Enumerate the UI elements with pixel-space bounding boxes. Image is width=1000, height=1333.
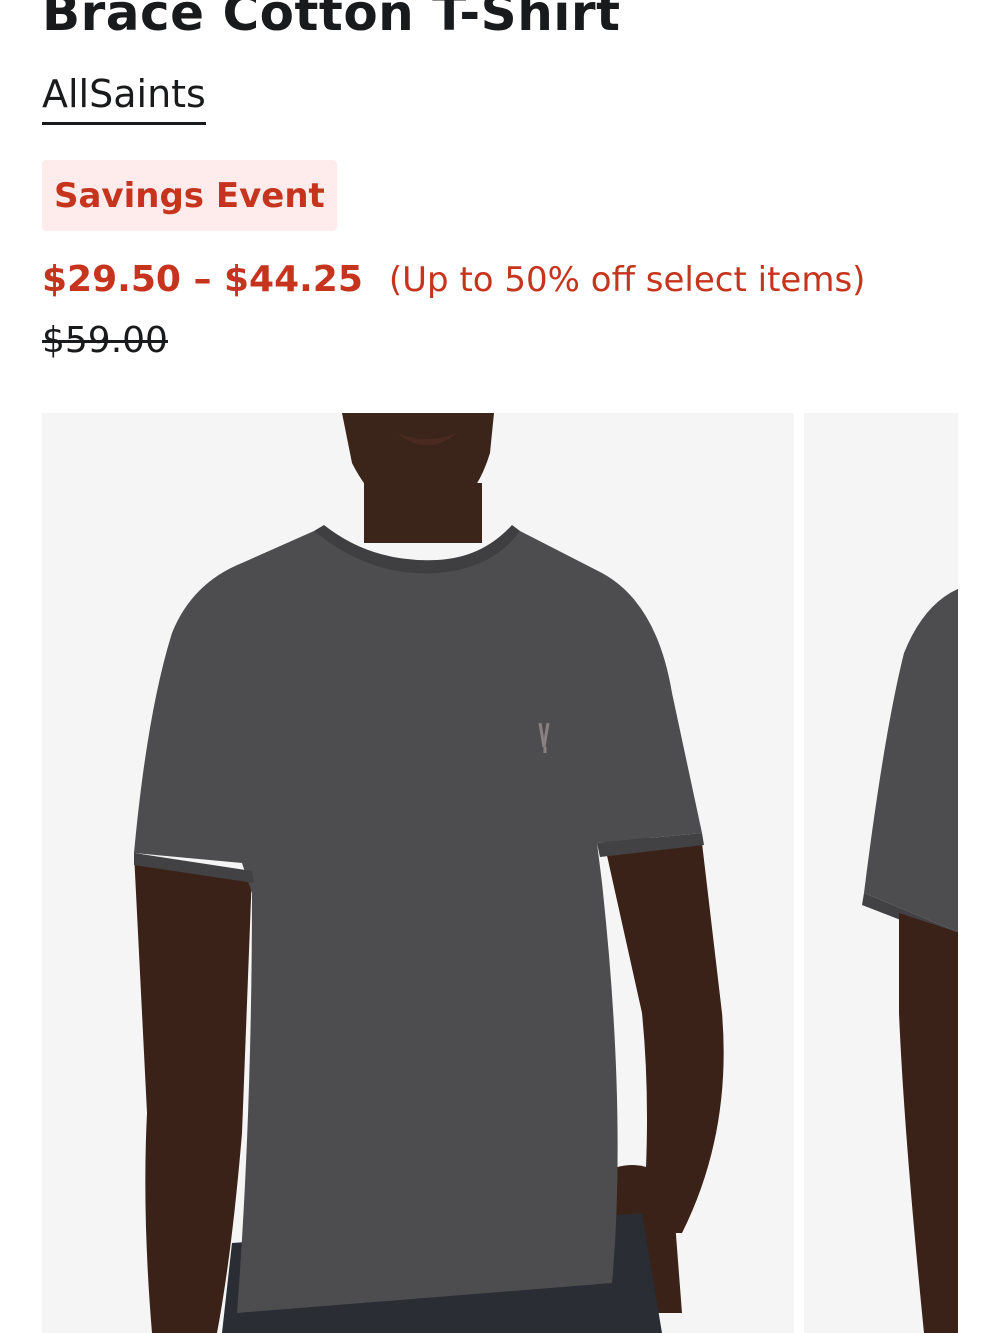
sale-price-range: $29.50 – $44.25 xyxy=(42,259,363,300)
savings-event-label: Savings Event xyxy=(54,175,325,216)
product-image-carousel[interactable] xyxy=(42,413,958,1333)
product-page: Brace Cotton T-Shirt AllSaints Savings E… xyxy=(0,0,1000,1333)
brand-link[interactable]: AllSaints xyxy=(42,72,206,125)
savings-event-badge: Savings Event xyxy=(42,160,337,231)
discount-note: (Up to 50% off select items) xyxy=(388,260,866,300)
product-title: Brace Cotton T-Shirt xyxy=(42,0,621,42)
model-side-illustration xyxy=(862,588,958,1333)
original-price: $59.00 xyxy=(42,320,168,361)
price-row: $29.50 – $44.25 (Up to 50% off select it… xyxy=(42,259,865,300)
product-image-front[interactable] xyxy=(42,413,794,1333)
model-front-illustration xyxy=(134,413,724,1333)
product-image-side[interactable] xyxy=(804,413,958,1333)
